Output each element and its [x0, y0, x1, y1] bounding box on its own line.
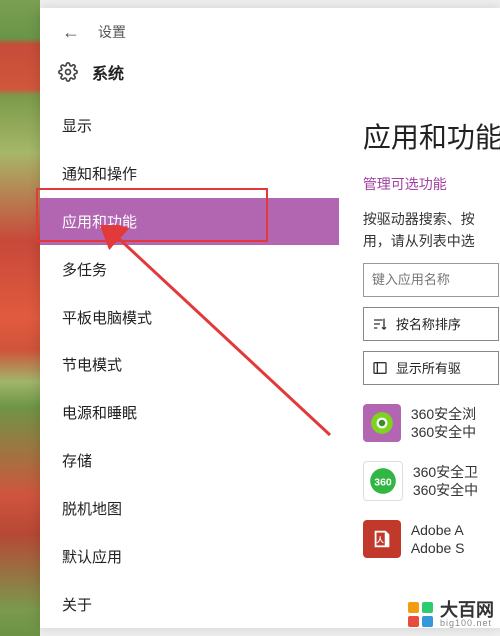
page-title: 应用和功能 [363, 116, 500, 156]
nav-item-tablet[interactable]: 平板电脑模式 [40, 293, 339, 341]
app-line: 360安全卫 [413, 463, 478, 481]
nav-item-apps-features[interactable]: 应用和功能 [40, 198, 339, 246]
nav-item-about[interactable]: 关于 [40, 580, 339, 628]
svg-text:360: 360 [374, 476, 392, 488]
main-content: 应用和功能 管理可选功能 按驱动器搜索、按 用，请从列表中选 按名称排序 显示所… [339, 98, 500, 628]
description: 按驱动器搜索、按 用，请从列表中选 [363, 208, 500, 253]
nav-item-storage[interactable]: 存储 [40, 437, 339, 485]
gear-icon [58, 62, 78, 82]
body: 显示 通知和操作 应用和功能 多任务 平板电脑模式 节电模式 电源和睡眠 存储 … [40, 98, 500, 628]
filter-label: 显示所有驱 [396, 358, 461, 377]
nav-label: 平板电脑模式 [62, 307, 152, 328]
titlebar-label: 设置 [98, 22, 126, 42]
app-icon-360browser [363, 404, 401, 442]
app-row-360browser[interactable]: 360安全浏 360安全中 [363, 399, 500, 447]
nav-item-power[interactable]: 电源和睡眠 [40, 389, 339, 437]
app-line: 360安全中 [413, 481, 478, 499]
sort-label: 按名称排序 [396, 314, 461, 333]
settings-window: ← 设置 系统 显示 通知和操作 应用和功能 多任务 平板电脑模式 节电模式 电… [40, 8, 500, 628]
watermark: 大百网 big100.net [408, 601, 494, 628]
nav-item-default-apps[interactable]: 默认应用 [40, 532, 339, 580]
app-line: 360安全中 [411, 423, 476, 441]
nav-item-display[interactable]: 显示 [40, 102, 339, 150]
sort-icon [372, 316, 388, 332]
manage-optional-link[interactable]: 管理可选功能 [363, 174, 500, 194]
app-text: 360安全卫 360安全中 [413, 463, 478, 499]
app-text: Adobe A Adobe S [411, 521, 465, 557]
nav-sidebar: 显示 通知和操作 应用和功能 多任务 平板电脑模式 节电模式 电源和睡眠 存储 … [40, 98, 339, 628]
watermark-name: 大百网 [440, 601, 494, 619]
desc-line: 用，请从列表中选 [363, 233, 475, 249]
titlebar: ← 设置 [40, 8, 500, 52]
app-text: 360安全浏 360安全中 [411, 405, 476, 441]
background-strip [0, 0, 40, 636]
nav-label: 存储 [62, 450, 92, 471]
watermark-logo [408, 602, 434, 628]
nav-label: 节电模式 [62, 354, 122, 375]
back-button[interactable]: ← [62, 22, 80, 43]
nav-label: 默认应用 [62, 546, 122, 567]
app-line: Adobe A [411, 521, 465, 539]
watermark-text: 大百网 big100.net [440, 601, 494, 628]
nav-label: 通知和操作 [62, 163, 137, 184]
nav-label: 关于 [62, 594, 92, 615]
nav-label: 多任务 [62, 259, 107, 280]
filter-button[interactable]: 显示所有驱 [363, 351, 499, 385]
sort-button[interactable]: 按名称排序 [363, 307, 499, 341]
nav-label: 脱机地图 [62, 498, 122, 519]
svg-text:人: 人 [376, 535, 384, 544]
app-list: 360安全浏 360安全中 360 360安全卫 360安全中 人 [363, 399, 500, 563]
app-row-adobe[interactable]: 人 Adobe A Adobe S [363, 515, 500, 563]
section-header: 系统 [40, 52, 500, 98]
nav-item-notifications[interactable]: 通知和操作 [40, 150, 339, 198]
app-icon-adobe: 人 [363, 520, 401, 558]
nav-label: 显示 [62, 115, 92, 136]
watermark-domain: big100.net [440, 619, 494, 628]
drive-icon [372, 360, 388, 376]
app-row-360safe[interactable]: 360 360安全卫 360安全中 [363, 457, 500, 505]
nav-label: 应用和功能 [62, 211, 137, 232]
nav-item-offline-maps[interactable]: 脱机地图 [40, 485, 339, 533]
nav-label: 电源和睡眠 [62, 402, 137, 423]
app-search-input[interactable] [363, 263, 499, 297]
nav-item-battery[interactable]: 节电模式 [40, 341, 339, 389]
desc-line: 按驱动器搜索、按 [363, 211, 475, 227]
section-title: 系统 [92, 60, 124, 84]
app-icon-360safe: 360 [363, 461, 403, 501]
nav-item-multitask[interactable]: 多任务 [40, 245, 339, 293]
app-line: 360安全浏 [411, 405, 476, 423]
app-line: Adobe S [411, 539, 465, 557]
